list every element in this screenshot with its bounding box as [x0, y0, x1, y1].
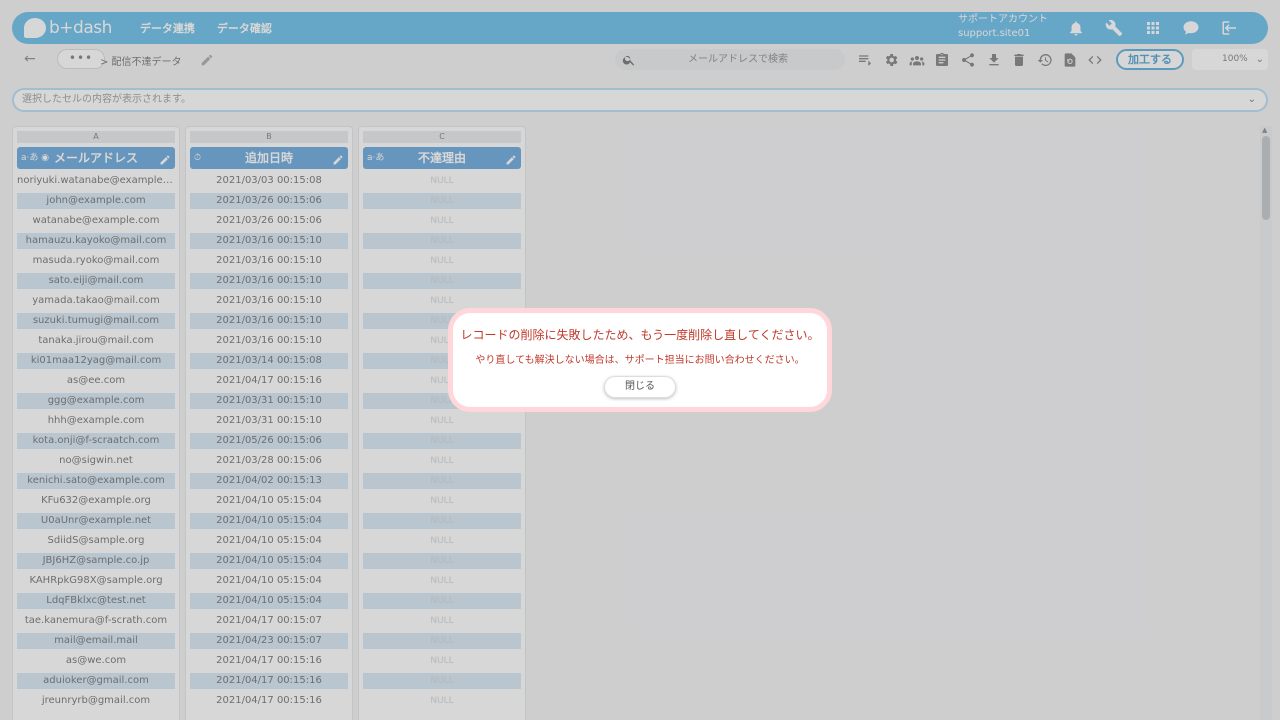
- close-button[interactable]: 閉じる: [604, 376, 676, 398]
- error-message: レコードの削除に失敗したため、もう一度削除し直してください。: [460, 328, 820, 342]
- modal-overlay: レコードの削除に失敗したため、もう一度削除し直してください。 やり直しても解決し…: [0, 0, 1280, 720]
- error-dialog: レコードの削除に失敗したため、もう一度削除し直してください。 やり直しても解決し…: [448, 308, 832, 412]
- error-sub-message: やり直しても解決しない場合は、サポート担当にお問い合わせください。: [475, 355, 805, 366]
